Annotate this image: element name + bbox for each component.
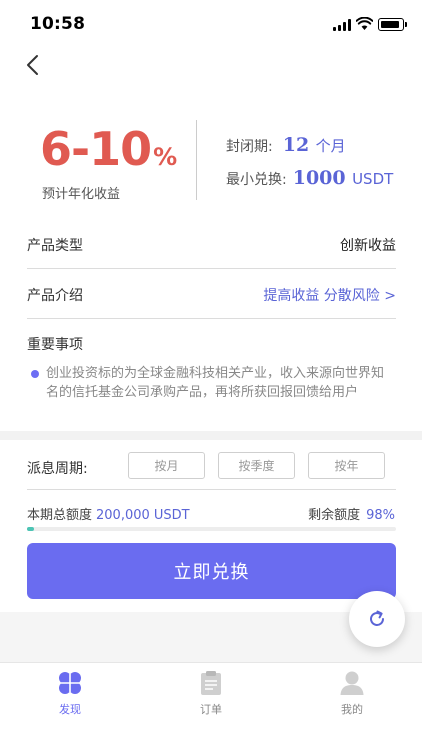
lock-period: 封闭期: 12 个月 [226,134,346,156]
annual-rate: 6-10% [40,122,177,176]
bullet-dot-icon [31,370,39,378]
person-icon [340,671,364,695]
total-quota-value: 200,000 USDT [96,508,190,523]
payout-quarterly-button[interactable]: 按季度 [218,452,295,479]
min-value: 1000 [292,167,346,189]
divider [27,489,396,490]
status-time: 10:58 [30,14,86,34]
rate-value: 6-10 [40,122,152,176]
chevron-left-icon [27,55,38,75]
notes-text: 创业投资标的为全球金融科技相关产业，收入来源向世界知名的信托基金公司承购产品，再… [46,366,385,400]
min-label: 最小兑换: [226,172,287,188]
tab-discover-label: 发现 [59,703,81,716]
min-unit: USDT [352,170,394,188]
clipboard-icon [201,671,221,695]
product-intro-link[interactable]: 提高收益 分散风险 > [263,285,396,305]
product-intro-row[interactable]: 产品介绍 提高收益 分散风险 > [27,269,396,319]
product-type-value: 创新收益 [340,238,396,254]
quota-progress-bar [27,527,396,531]
tab-mine[interactable]: 我的 [282,663,422,723]
product-type-row: 产品类型 创新收益 [27,219,396,269]
lock-unit: 个月 [315,137,346,155]
refresh-button[interactable] [349,591,405,647]
remaining-quota: 剩余额度 98% [308,504,395,523]
total-quota-label: 本期总额度 [27,508,93,523]
signal-icon [333,19,351,31]
battery-icon [378,18,407,31]
payout-yearly-button[interactable]: 按年 [308,452,385,479]
tab-orders-label: 订单 [200,703,222,716]
exchange-now-button[interactable]: 立即兑换 [27,543,396,599]
min-exchange: 最小兑换: 1000 USDT [226,167,393,189]
tab-discover[interactable]: 发现 [0,663,140,723]
payout-period-label: 派息周期: [27,461,88,477]
lock-value: 12 [282,134,310,156]
remaining-quota-value: 98% [366,508,395,523]
product-intro-label: 产品介绍 [27,288,83,304]
tab-orders[interactable]: 订单 [141,663,281,723]
hero-divider [196,120,197,200]
lock-label: 封闭期: [226,139,273,155]
discover-icon [59,672,81,694]
remaining-quota-label: 剩余额度 [308,508,361,523]
payout-monthly-button[interactable]: 按月 [128,452,205,479]
tab-mine-label: 我的 [341,703,363,716]
total-quota: 本期总额度 200,000 USDT [27,504,190,523]
refresh-icon [370,610,384,626]
product-type-label: 产品类型 [27,238,83,254]
rate-label: 预计年化收益 [42,187,121,202]
section-divider [0,431,422,440]
quota-progress-fill [27,527,35,531]
back-button[interactable] [20,50,50,80]
status-bar: 10:58 [0,0,422,50]
notes-title: 重要事项 [27,337,83,353]
tab-bar: 发现 订单 我的 [0,662,422,750]
wifi-icon [356,17,373,30]
rate-suffix: % [153,143,178,171]
